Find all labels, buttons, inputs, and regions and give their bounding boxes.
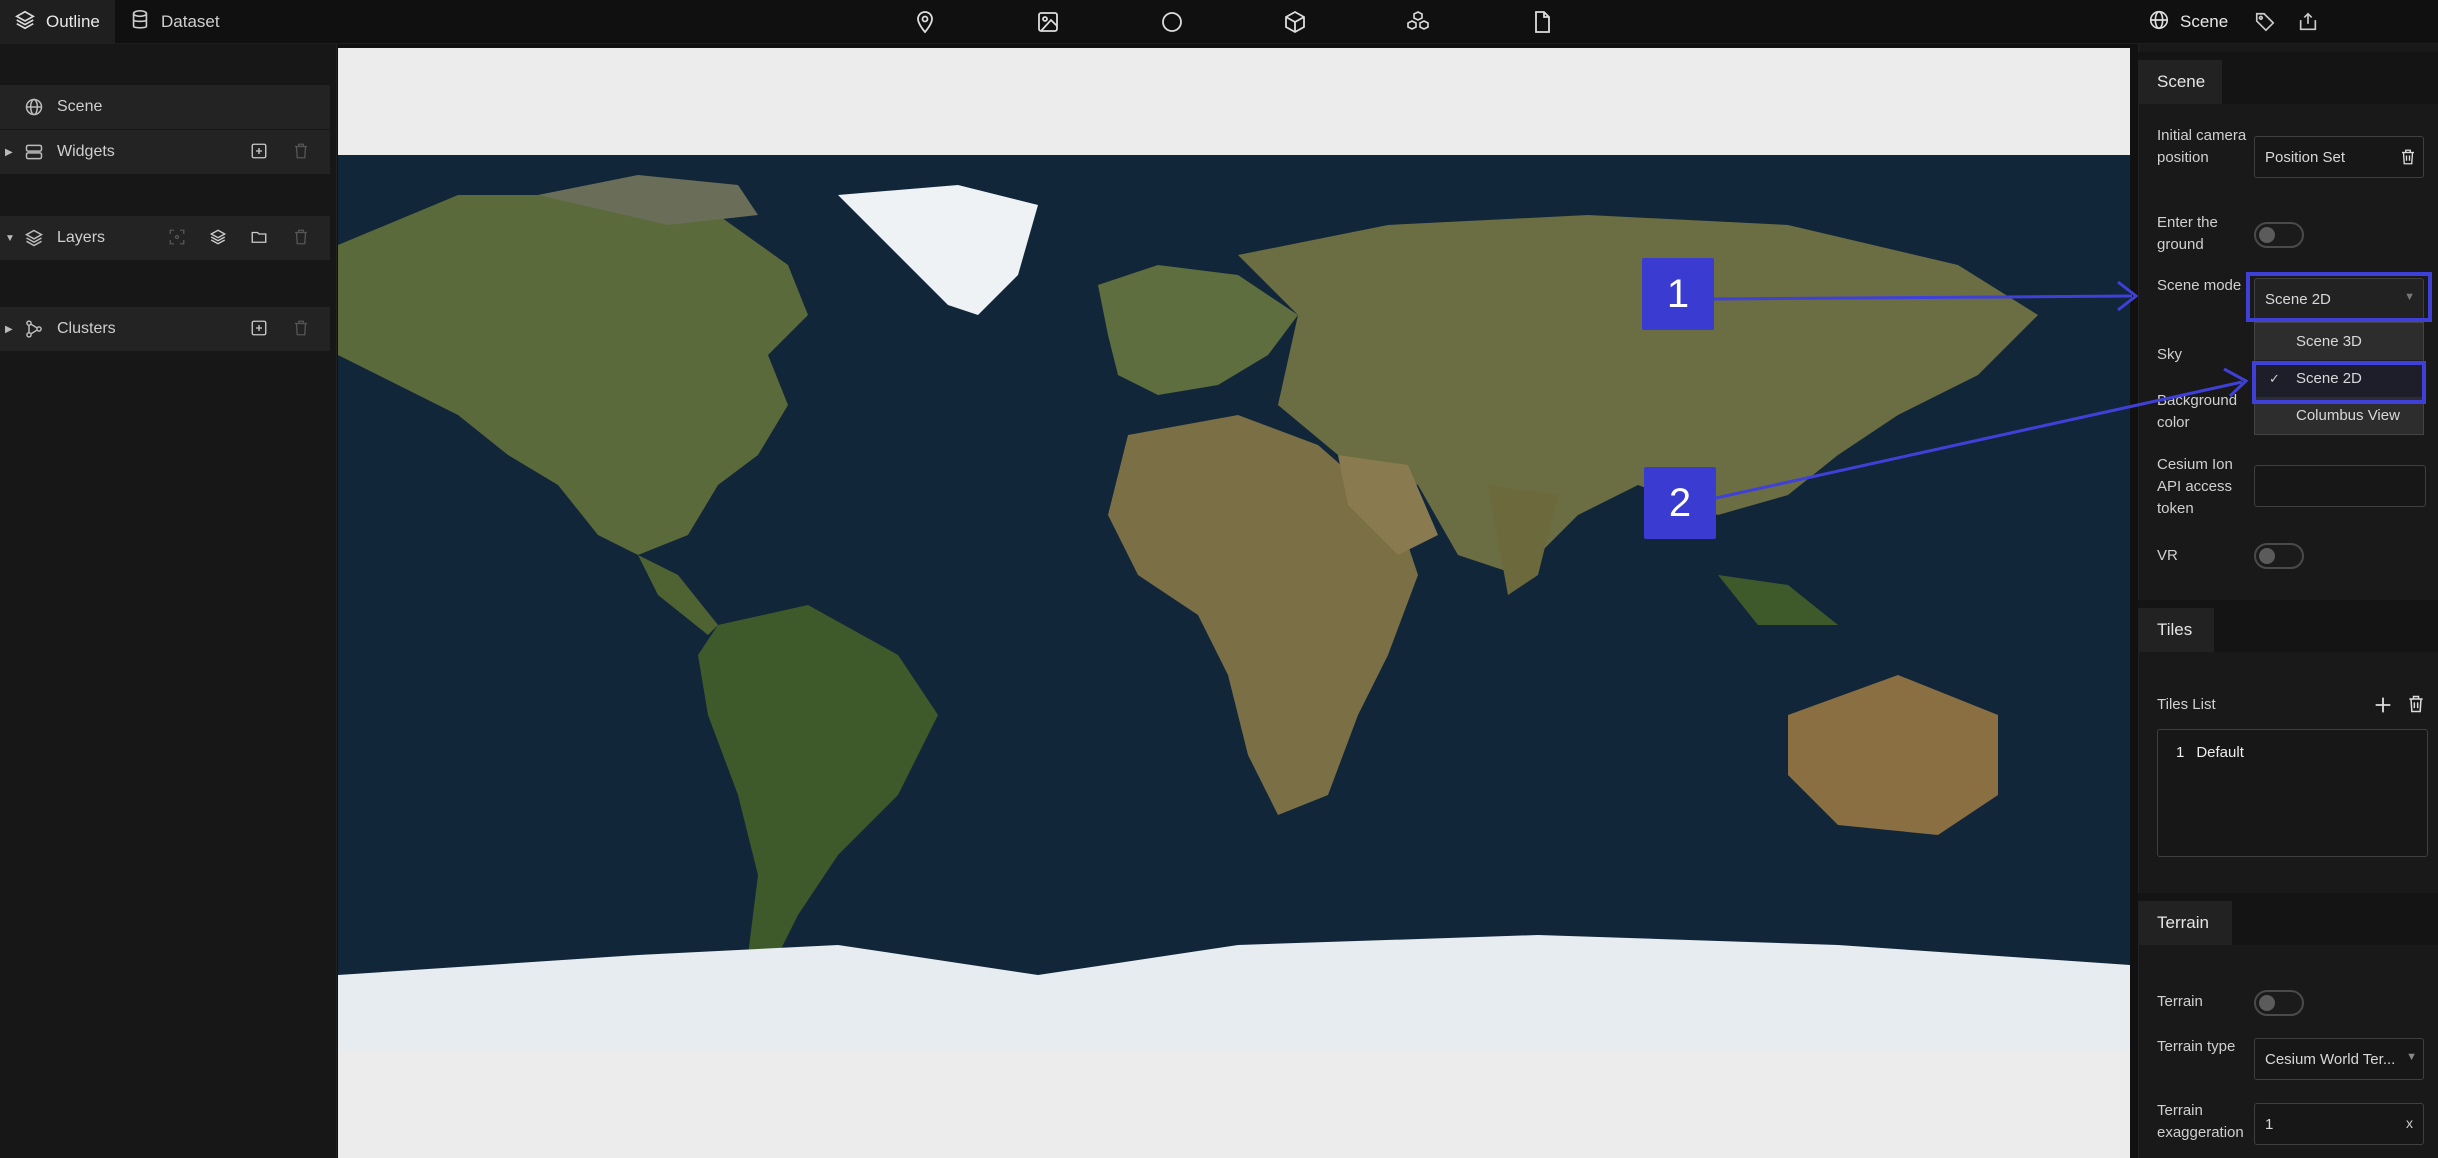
background-color-label: Background color [2157, 392, 2238, 431]
scene-mode-option-3d[interactable]: Scene 3D [2255, 323, 2423, 360]
folder-icon[interactable] [250, 228, 268, 251]
focus-icon[interactable] [168, 228, 186, 251]
terrain-section-header: Terrain [2138, 893, 2438, 945]
chevron-down-icon: ▼ [2406, 1051, 2417, 1063]
plus-icon[interactable] [2372, 694, 2394, 721]
map-pin-icon[interactable] [909, 6, 941, 38]
scene-section-tab[interactable]: Scene [2138, 60, 2222, 104]
top-bar: Outline Dataset Scene [0, 0, 2438, 44]
outline-item-widgets[interactable]: ▶ Widgets [0, 130, 330, 174]
tile-name: Default [2196, 744, 2244, 761]
outline-panel [0, 44, 337, 1158]
cluster-icon [24, 319, 44, 344]
tab-scene[interactable]: Scene [2148, 0, 2228, 44]
tag-icon[interactable] [2249, 6, 2281, 38]
caret-right-icon[interactable]: ▶ [5, 324, 13, 335]
tab-dataset[interactable]: Dataset [115, 0, 235, 44]
tab-dataset-label: Dataset [161, 12, 220, 31]
trash-icon[interactable] [2406, 694, 2426, 719]
cesium-token-label: Cesium Ion API access token [2157, 456, 2233, 517]
terrain-toggle[interactable] [2254, 990, 2304, 1016]
initial-camera-field[interactable]: Position Set [2254, 136, 2424, 178]
highlight-scene-2d-option [2252, 361, 2426, 404]
layer-add-icon[interactable] [209, 228, 227, 251]
server-icon [24, 142, 44, 167]
option-label: Columbus View [2296, 407, 2400, 424]
caret-right-icon[interactable]: ▶ [5, 147, 13, 158]
add-icon[interactable] [250, 142, 268, 165]
cube-icon[interactable] [1279, 6, 1311, 38]
scene-mode-label: Scene mode [2157, 277, 2242, 294]
terrain-section-tab[interactable]: Terrain [2138, 901, 2232, 945]
tiles-list: 1 Default [2157, 729, 2428, 857]
outline-item-layers[interactable]: ▼ Layers [0, 216, 330, 260]
globe-icon [2148, 9, 2170, 36]
tab-outline[interactable]: Outline [0, 0, 115, 44]
tab-outline-label: Outline [46, 12, 100, 31]
clear-button[interactable]: x [2406, 1115, 2413, 1131]
tile-list-item[interactable]: 1 Default [2176, 744, 2244, 761]
outline-item-clusters[interactable]: ▶ Clusters [0, 307, 330, 351]
outline-widgets-label: Widgets [57, 143, 115, 160]
outline-layers-label: Layers [57, 229, 106, 246]
layers-icon [14, 9, 36, 36]
vr-label: VR [2157, 547, 2178, 564]
layers-icon [24, 228, 44, 253]
trash-icon[interactable] [292, 142, 310, 165]
vr-toggle[interactable] [2254, 543, 2304, 569]
globe-icon [24, 97, 44, 122]
image-icon[interactable] [1032, 6, 1064, 38]
outline-item-scene[interactable]: Scene [0, 85, 330, 129]
terrain-exaggeration-input[interactable]: 1 x [2254, 1103, 2424, 1145]
option-label: Scene 3D [2296, 333, 2362, 350]
enter-ground-label: Enter the ground [2157, 214, 2218, 253]
cesium-token-input[interactable] [2254, 465, 2426, 507]
annotation-badge-2: 2 [1644, 467, 1716, 539]
outline-clusters-label: Clusters [57, 320, 116, 337]
sky-label: Sky [2157, 346, 2183, 363]
tile-index: 1 [2176, 744, 2185, 761]
terrain-label: Terrain [2157, 993, 2203, 1010]
tab-scene-label: Scene [2180, 12, 2229, 31]
trash-icon[interactable] [292, 228, 310, 251]
database-icon [129, 9, 151, 36]
initial-camera-label: Initial camera position [2157, 127, 2247, 166]
file-icon[interactable] [1526, 6, 1558, 38]
annotation-badge-1: 1 [1642, 258, 1714, 330]
terrain-exaggeration-value: 1 [2265, 1115, 2274, 1133]
highlight-scene-mode-select [2246, 272, 2432, 322]
trash-icon[interactable] [2399, 148, 2417, 170]
world-map-image [338, 155, 2130, 1050]
initial-camera-value: Position Set [2265, 148, 2346, 166]
add-icon[interactable] [250, 319, 268, 342]
cubes-icon[interactable] [1402, 6, 1434, 38]
tiles-list-label: Tiles List [2157, 696, 2216, 713]
terrain-type-select[interactable]: Cesium World Ter... ▼ [2254, 1038, 2424, 1080]
world-map[interactable] [338, 155, 2130, 1050]
terrain-type-value: Cesium World Ter... [2265, 1050, 2396, 1068]
caret-down-icon[interactable]: ▼ [5, 233, 15, 244]
circle-icon[interactable] [1156, 6, 1188, 38]
enter-ground-toggle[interactable] [2254, 222, 2304, 248]
terrain-type-label: Terrain type [2157, 1038, 2236, 1055]
terrain-exaggeration-label: Terrain exaggeration [2157, 1102, 2244, 1141]
tiles-section-tab[interactable]: Tiles [2138, 608, 2214, 652]
outline-scene-label: Scene [57, 98, 103, 115]
scene-section-header: Scene [2138, 52, 2438, 104]
trash-icon[interactable] [292, 319, 310, 342]
export-icon[interactable] [2292, 6, 2324, 38]
tiles-section-header: Tiles [2138, 600, 2438, 652]
